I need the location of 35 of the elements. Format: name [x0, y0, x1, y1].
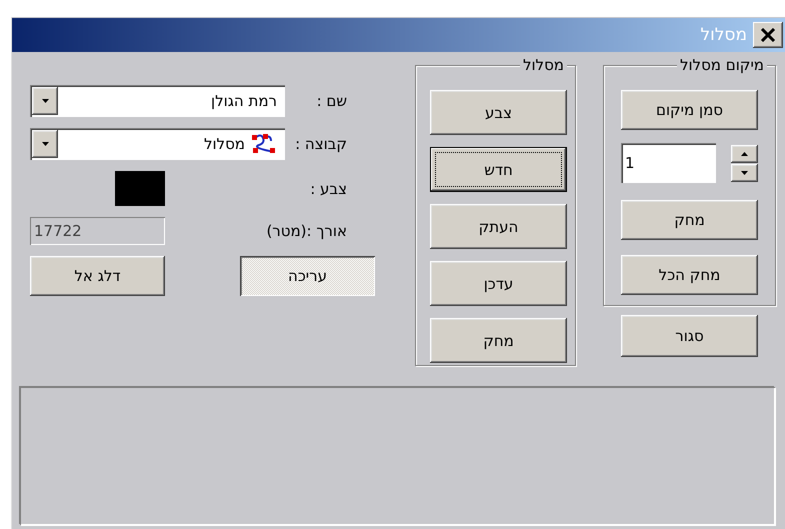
route-action-button[interactable]: מחק	[430, 318, 567, 363]
route-action-button[interactable]: העתק	[430, 204, 567, 249]
close-icon	[760, 28, 776, 42]
spin-down-button[interactable]	[731, 164, 758, 182]
mark-location-button[interactable]: סמן מיקום	[621, 90, 758, 130]
color-swatch[interactable]	[115, 171, 165, 206]
edit-toggle-button[interactable]: עריכה	[240, 256, 375, 296]
up-triangle-icon	[741, 152, 748, 156]
dropdown-button[interactable]	[32, 87, 58, 115]
route-action-button[interactable]: צבע	[430, 90, 567, 135]
route-action-button[interactable]: חדש	[430, 147, 567, 192]
route-icon	[251, 133, 277, 155]
caret-icon	[42, 142, 48, 146]
group-title: מיקום מסלול	[676, 56, 767, 74]
spin-up-button[interactable]	[731, 144, 758, 162]
length-field: 17722	[30, 217, 165, 245]
close-button[interactable]	[753, 22, 783, 48]
caret-icon	[42, 99, 48, 103]
name-value: רמת הגולן	[211, 92, 277, 110]
index-input-field[interactable]: 1	[621, 143, 716, 183]
close-dialog-button[interactable]: סגור	[621, 315, 758, 357]
group-value: מסלול	[204, 135, 245, 153]
window-title: מסלול	[700, 25, 747, 45]
delete-button[interactable]: מחק	[621, 200, 758, 240]
color-label: צבע :	[309, 178, 348, 200]
group-label: קבוצה :	[294, 134, 348, 155]
dropdown-button[interactable]	[32, 130, 58, 158]
group-dropdown[interactable]: מסלול	[30, 128, 285, 160]
length-label: אורך :(מטר)	[265, 221, 348, 242]
down-triangle-icon	[741, 170, 748, 174]
jump-to-button[interactable]: דלג אל	[30, 256, 165, 296]
name-label: שם :	[316, 91, 348, 112]
delete-all-button[interactable]: מחק הכל	[621, 255, 758, 295]
name-dropdown[interactable]: רמת הגולן	[30, 85, 285, 117]
route-action-button[interactable]: עדכן	[430, 261, 567, 306]
